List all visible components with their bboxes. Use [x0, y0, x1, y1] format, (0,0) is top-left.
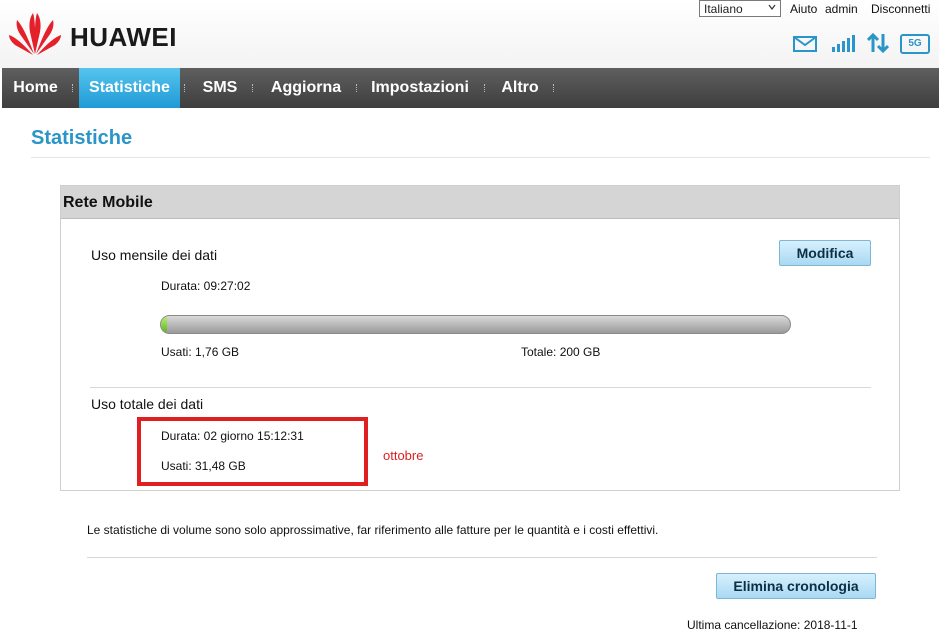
nav-sms[interactable]: SMS: [193, 68, 247, 108]
main-nav: Home Statistiche SMS Aggiorna Impostazio…: [2, 68, 939, 108]
nav-impostazioni[interactable]: Impostazioni: [364, 68, 476, 108]
panel-title: Rete Mobile: [63, 194, 153, 211]
nav-statistiche[interactable]: Statistiche: [79, 68, 180, 108]
monthly-usage-progress: [160, 315, 791, 334]
monthly-total: Totale: 200 GB: [521, 345, 601, 359]
mail-icon[interactable]: [793, 36, 817, 52]
edit-button[interactable]: Modifica: [779, 240, 871, 266]
nav-separator: [553, 84, 555, 92]
nav-separator: [484, 84, 486, 92]
monthly-usage-progress-fill: [161, 316, 167, 333]
nav-aggiorna[interactable]: Aggiorna: [261, 68, 351, 108]
data-transfer-icon: [867, 33, 889, 53]
network-type-badge: 5G: [900, 34, 930, 54]
monthly-used: Usati: 1,76 GB: [161, 345, 240, 359]
monthly-duration: Durata: 09:27:02: [161, 279, 251, 293]
nav-altro[interactable]: Altro: [493, 68, 547, 108]
panel-header: Rete Mobile: [61, 186, 899, 219]
nav-home[interactable]: Home: [2, 68, 69, 108]
clear-history-button[interactable]: Elimina cronologia: [716, 573, 876, 599]
nav-separator: [72, 84, 74, 92]
last-cleared-date: Ultima cancellazione: 2018-11-1: [687, 618, 858, 632]
header: HUAWEI Italiano Aiuto admin Disconnetti …: [0, 0, 939, 68]
huawei-logo: [9, 13, 61, 55]
signal-strength-icon: [832, 35, 855, 52]
brand-name: HUAWEI: [70, 22, 177, 52]
title-divider: [31, 157, 930, 158]
highlight-annotation-box: [137, 417, 368, 486]
nav-separator: [184, 84, 186, 92]
nav-separator: [252, 84, 254, 92]
chevron-down-icon: [768, 4, 776, 10]
user-label: admin: [825, 2, 858, 16]
footer-divider: [87, 557, 877, 558]
page-title: Statistiche: [31, 127, 133, 149]
language-select-value: Italiano: [704, 2, 743, 16]
statistics-disclaimer: Le statistiche di volume sono solo appro…: [87, 523, 659, 537]
language-select[interactable]: Italiano: [699, 0, 781, 17]
help-link[interactable]: Aiuto: [790, 2, 817, 16]
total-usage-label: Uso totale dei dati: [91, 396, 204, 412]
monthly-usage-label: Uso mensile dei dati: [91, 247, 218, 263]
section-divider: [90, 387, 871, 388]
logout-link[interactable]: Disconnetti: [871, 2, 930, 16]
annotation-text: ottobre: [383, 448, 424, 463]
nav-separator: [356, 84, 358, 92]
